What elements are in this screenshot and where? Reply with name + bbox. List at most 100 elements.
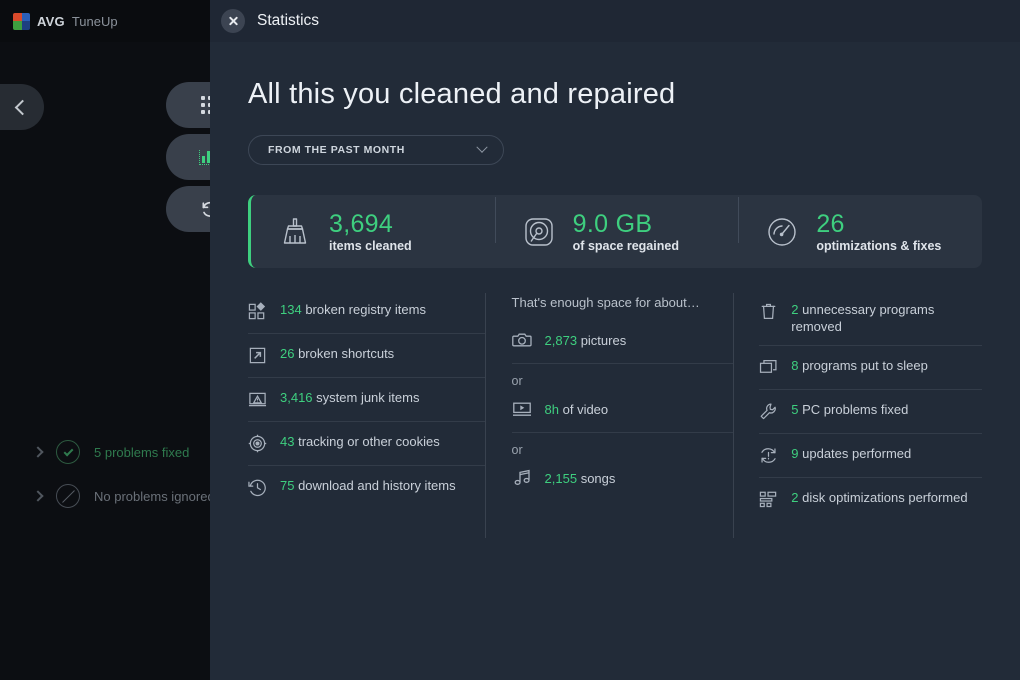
slash-circle-icon bbox=[56, 484, 80, 508]
list-item-text: 43 tracking or other cookies bbox=[280, 433, 440, 450]
list-item: 5 PC problems fixed bbox=[759, 390, 982, 434]
list-item-text: 3,416 system junk items bbox=[280, 389, 419, 406]
list-item-count: 134 bbox=[280, 302, 302, 317]
cookie-icon bbox=[248, 434, 267, 453]
list-item-text: 2,155 songs bbox=[545, 471, 616, 486]
list-item-text: 5 PC problems fixed bbox=[791, 401, 908, 418]
status-row-label: No problems ignored bbox=[94, 489, 215, 504]
junk-icon bbox=[248, 390, 267, 409]
list-item-count: 2 bbox=[791, 490, 798, 505]
middle-column: That's enough space for about… 2,873 pic… bbox=[485, 290, 734, 522]
trash-icon bbox=[759, 302, 778, 321]
list-item-count: 9 bbox=[791, 446, 798, 461]
shortcut-icon bbox=[248, 346, 267, 365]
summary-value: 3,694 bbox=[329, 211, 412, 238]
list-item-count: 2,873 bbox=[545, 333, 578, 348]
left-column: 134 broken registry items 26 broken shor… bbox=[248, 290, 485, 522]
list-item-label: disk optimizations performed bbox=[799, 490, 968, 505]
video-icon bbox=[512, 399, 532, 419]
list-item-count: 75 bbox=[280, 478, 294, 493]
list-item: 8h of video bbox=[512, 396, 734, 433]
list-item-text: 9 updates performed bbox=[791, 445, 911, 462]
summary-item-space-regained: 9.0 GB of space regained bbox=[495, 211, 739, 253]
list-item-text: 26 broken shortcuts bbox=[280, 345, 394, 362]
list-item: 43 tracking or other cookies bbox=[248, 422, 485, 466]
brand-name: AVG bbox=[37, 14, 65, 29]
list-item-text: 8h of video bbox=[545, 402, 609, 417]
history-icon bbox=[248, 478, 267, 497]
list-item-label: broken shortcuts bbox=[294, 346, 394, 361]
list-item-label: download and history items bbox=[294, 478, 455, 493]
close-button[interactable] bbox=[221, 9, 245, 33]
list-item: 2 disk optimizations performed bbox=[759, 478, 982, 522]
list-item-label: programs put to sleep bbox=[799, 358, 928, 373]
list-item-label: songs bbox=[577, 471, 615, 486]
diskopt-icon bbox=[759, 490, 778, 509]
period-select-value: FROM THE PAST MONTH bbox=[268, 144, 405, 156]
close-icon bbox=[228, 16, 239, 27]
list-item-count: 26 bbox=[280, 346, 294, 361]
list-item-count: 5 bbox=[791, 402, 798, 417]
list-item-text: 2 disk optimizations performed bbox=[791, 489, 967, 506]
detail-columns: 134 broken registry items 26 broken shor… bbox=[248, 290, 982, 522]
status-row-label: 5 problems fixed bbox=[94, 445, 189, 460]
list-item-label: broken registry items bbox=[302, 302, 426, 317]
list-item-count: 3,416 bbox=[280, 390, 313, 405]
list-item-count: 2 bbox=[791, 302, 798, 317]
list-item-text: 134 broken registry items bbox=[280, 301, 426, 318]
summary-label: optimizations & fixes bbox=[816, 239, 941, 253]
summary-label: items cleaned bbox=[329, 239, 412, 253]
list-item-count: 43 bbox=[280, 434, 294, 449]
statistics-overlay: Statistics All this you cleaned and repa… bbox=[210, 0, 1020, 680]
avg-logo-icon bbox=[13, 13, 30, 30]
or-separator-1: or bbox=[512, 364, 734, 396]
list-item-text: 2 unnecessary programs removed bbox=[791, 301, 982, 335]
overlay-titlebar: Statistics bbox=[210, 0, 1020, 42]
middle-column-heading: That's enough space for about… bbox=[512, 290, 734, 327]
list-item: 8 programs put to sleep bbox=[759, 346, 982, 390]
chevron-left-icon bbox=[15, 99, 31, 115]
list-item-count: 8h bbox=[545, 402, 559, 417]
wrench-icon bbox=[759, 402, 778, 421]
harddrive-icon bbox=[521, 214, 557, 250]
list-item: 9 updates performed bbox=[759, 434, 982, 478]
app-root: AVG TuneUp bbox=[0, 0, 1020, 680]
list-item-label: unnecessary programs removed bbox=[791, 302, 934, 334]
list-item-text: 2,873 pictures bbox=[545, 333, 627, 348]
list-item-count: 2,155 bbox=[545, 471, 578, 486]
summary-item-optimizations: 26 optimizations & fixes bbox=[738, 211, 982, 253]
background-titlebar: AVG TuneUp bbox=[0, 0, 210, 42]
right-column: 2 unnecessary programs removed 8 program… bbox=[733, 290, 982, 522]
list-item: 26 broken shortcuts bbox=[248, 334, 485, 378]
broom-icon bbox=[277, 214, 313, 250]
list-item: 2,873 pictures bbox=[512, 327, 734, 364]
list-item-label: system junk items bbox=[313, 390, 420, 405]
gauge-icon bbox=[764, 214, 800, 250]
update-icon bbox=[759, 446, 778, 465]
list-item-label: PC problems fixed bbox=[799, 402, 909, 417]
list-item: 2 unnecessary programs removed bbox=[759, 290, 982, 346]
windows-icon bbox=[759, 358, 778, 377]
check-circle-icon bbox=[56, 440, 80, 464]
summary-value: 26 bbox=[816, 211, 941, 238]
summary-card: 3,694 items cleaned 9.0 GB bbox=[248, 195, 982, 268]
period-select[interactable]: FROM THE PAST MONTH bbox=[248, 135, 504, 165]
summary-label: of space regained bbox=[573, 239, 679, 253]
summary-item-items-cleaned: 3,694 items cleaned bbox=[251, 211, 495, 253]
list-item-text: 8 programs put to sleep bbox=[791, 357, 928, 374]
overlay-content: All this you cleaned and repaired FROM T… bbox=[210, 42, 1020, 522]
list-item-count: 8 bbox=[791, 358, 798, 373]
list-item: 134 broken registry items bbox=[248, 290, 485, 334]
product-name: TuneUp bbox=[72, 14, 118, 29]
list-item-label: updates performed bbox=[799, 446, 912, 461]
list-item-label: of video bbox=[559, 402, 608, 417]
list-item-label: pictures bbox=[577, 333, 626, 348]
list-item: 2,155 songs bbox=[512, 465, 734, 488]
list-item-label: tracking or other cookies bbox=[294, 434, 439, 449]
page-title: All this you cleaned and repaired bbox=[248, 78, 982, 111]
music-icon bbox=[512, 468, 532, 488]
or-separator-2: or bbox=[512, 433, 734, 465]
summary-value: 9.0 GB bbox=[573, 211, 679, 238]
back-button[interactable] bbox=[0, 84, 44, 130]
chevron-right-icon bbox=[32, 490, 43, 501]
